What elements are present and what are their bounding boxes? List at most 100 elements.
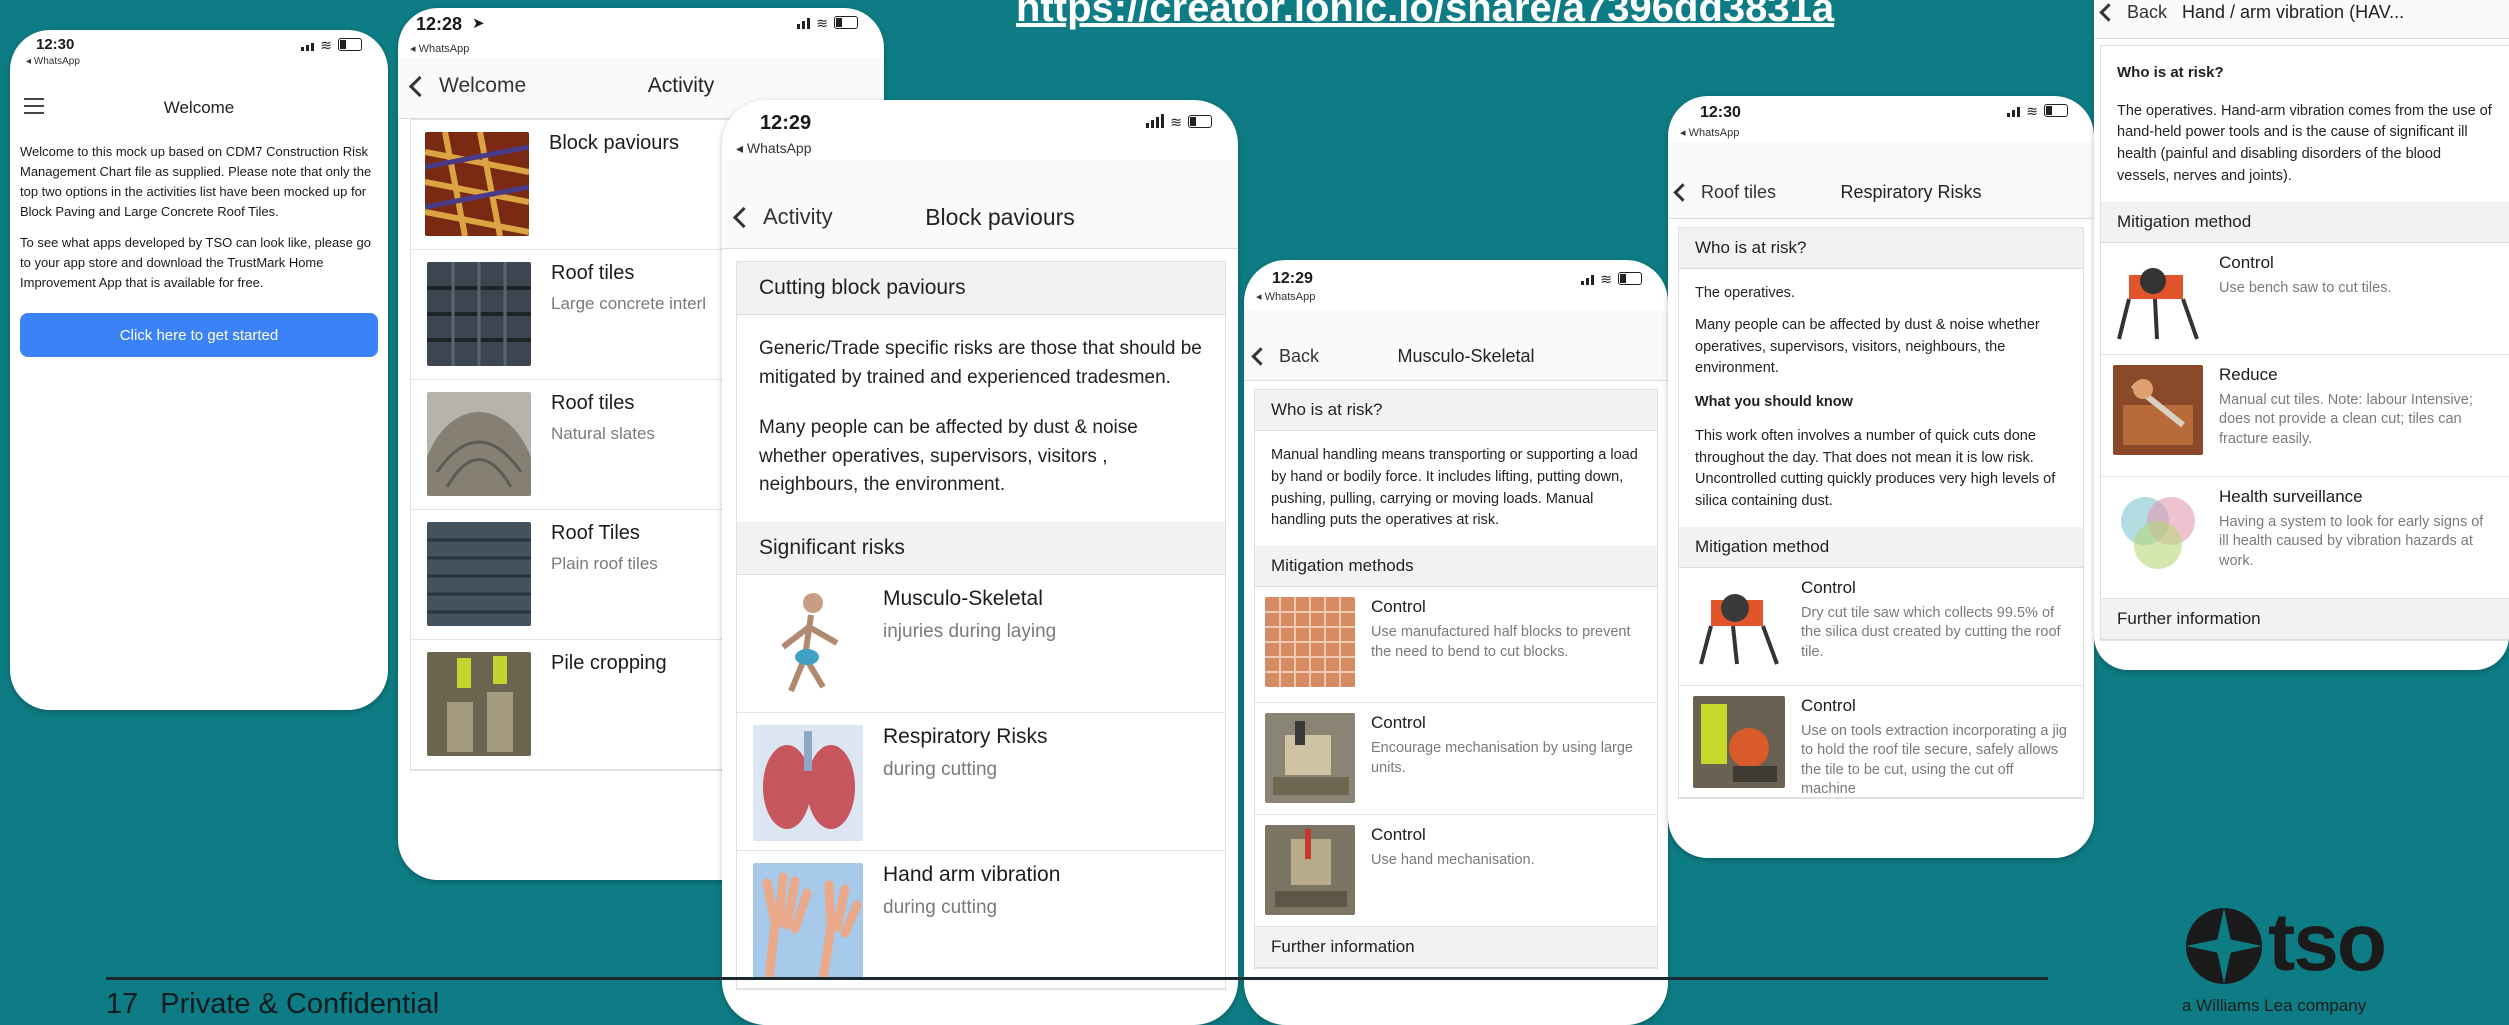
content-card: Who is at risk? The operatives. Many peo… (1678, 227, 2084, 799)
location-arrow-icon: ➤ (472, 15, 485, 32)
section-header-significant-risks: Significant risks (737, 521, 1225, 575)
whatsapp-back-link[interactable]: ◂ WhatsApp (1680, 126, 1739, 139)
section-header-mitigation: Mitigation method (1679, 526, 2083, 568)
share-url-link[interactable]: https://creator.ionic.io/share/a7396dd38… (1016, 0, 1834, 31)
item-title: Roof Tiles (551, 522, 640, 544)
back-button[interactable]: Back (2099, 2, 2168, 23)
item-title: Control (2219, 252, 2274, 272)
item-title: Respiratory Risks (883, 724, 1048, 748)
mitigation-item-bench-saw[interactable]: Control Use bench saw to cut tiles. (2101, 243, 2509, 355)
status-time: 12:29 (1272, 270, 1313, 287)
mitigation-item-hand-mechanisation[interactable]: Control Use hand mechanisation. (1255, 815, 1657, 927)
block-paviours-thumbnail (425, 132, 529, 236)
whatsapp-back-link[interactable]: ◂ WhatsApp (26, 56, 80, 67)
paragraph-hav: The operatives. Hand-arm vibration comes… (2117, 102, 2492, 184)
plain-roof-tiles-thumbnail (427, 522, 531, 626)
status-bar: 12:30 ◂ WhatsApp ≋ (10, 30, 388, 78)
phone-block-paviours: 12:29 ◂ WhatsApp ≋ Activity Block paviou… (722, 100, 1238, 1025)
section-header-further-info[interactable]: Further information (1255, 927, 1657, 968)
status-icons: ≋ (797, 15, 858, 31)
item-subtitle: Encourage mechanisation by using large u… (1371, 740, 1633, 776)
half-blocks-thumbnail (1265, 597, 1355, 687)
chevron-left-icon (732, 206, 755, 228)
signal-icon (2007, 107, 2021, 117)
lungs-thumbnail (753, 724, 863, 841)
item-subtitle: Large concrete interl (551, 294, 706, 313)
page-number: 17 (106, 988, 139, 1020)
tile-saw-thumbnail (1693, 577, 1785, 670)
battery-icon (1188, 115, 1212, 128)
paragraph-affected-people: Many people can be affected by dust & no… (1695, 316, 2040, 377)
status-icons: ≋ (1146, 114, 1212, 129)
nav-bar: Back Musculo-Skeletal (1244, 310, 1668, 381)
item-title: Control (1371, 825, 1426, 844)
mitigation-item-mechanisation[interactable]: Control Encourage mechanisation by using … (1255, 703, 1657, 815)
get-started-button[interactable]: Click here to get started (20, 312, 378, 357)
who-at-risk-heading: Who is at risk? (2117, 64, 2224, 81)
whatsapp-back-link[interactable]: ◂ WhatsApp (1256, 290, 1315, 303)
concrete-roof-tiles-thumbnail (427, 262, 531, 366)
page-title: Hand / arm vibration (HAV... (2182, 2, 2405, 22)
section-header-mitigation: Mitigation methods (1255, 546, 1657, 587)
skeleton-thumbnail (781, 592, 839, 692)
status-icons: ≋ (1581, 272, 1642, 286)
page-title: Activity (647, 74, 715, 97)
status-time: 12:30 (36, 36, 75, 53)
risk-item-musculo-skeletal[interactable]: Musculo-Skeletal injuries during laying (737, 575, 1225, 713)
section-header-who-at-risk: Who is at risk? (1679, 228, 2083, 269)
venn-diagram-thumbnail (2121, 496, 2195, 569)
logo-wordmark: tso (2268, 897, 2387, 988)
item-title: Roof tiles (551, 392, 635, 414)
status-time: 12:30 (1700, 104, 1741, 121)
footer-divider (106, 977, 2048, 980)
whatsapp-back-link[interactable]: ◂ WhatsApp (736, 140, 812, 157)
signal-icon (797, 18, 811, 29)
item-subtitle: Use manufactured half blocks to prevent … (1371, 624, 1631, 660)
confidential-label: Private & Confidential (160, 988, 440, 1020)
mitigation-item-health-surveillance[interactable]: Health surveillance Having a system to lo… (2101, 477, 2509, 599)
cut-off-machine-thumbnail (1693, 695, 1785, 788)
chevron-left-icon (1673, 183, 1692, 202)
risk-item-respiratory[interactable]: Respiratory Risks during cutting (737, 713, 1225, 851)
section-header-further-info[interactable]: Further information (2101, 598, 2509, 640)
pile-cropping-thumbnail (427, 652, 531, 756)
page-title: Musculo-Skeletal (1397, 346, 1535, 366)
wifi-icon: ≋ (816, 15, 828, 31)
mitigation-item-manual-cut[interactable]: Reduce Manual cut tiles. Note: labour Int… (2101, 355, 2509, 477)
mitigation-item-on-tool-extraction[interactable]: Control Use on tools extraction incorpora… (1679, 686, 2083, 798)
content-card: Cutting block paviours Generic/Trade spe… (736, 261, 1226, 990)
battery-icon (1618, 272, 1642, 285)
item-title: Hand arm vibration (883, 862, 1061, 886)
risk-item-hand-arm-vibration[interactable]: Hand arm vibration during cutting (737, 851, 1225, 989)
status-bar: 12:28 ➤ ◂ WhatsApp ≋ (398, 8, 884, 58)
status-bar: 12:29 ◂ WhatsApp ≋ (1244, 260, 1668, 310)
bench-saw-thumbnail (2113, 252, 2203, 343)
item-subtitle: Natural slates (551, 424, 655, 443)
wifi-icon: ≋ (320, 37, 332, 53)
item-subtitle: Use hand mechanisation. (1371, 852, 1535, 868)
chevron-left-icon (2099, 3, 2118, 22)
phone-musculo-skeletal: 12:29 ◂ WhatsApp ≋ Back Musculo-Skeletal… (1244, 260, 1668, 1025)
item-title: Reduce (2219, 364, 2278, 384)
section-header-who-at-risk: Who is at risk? (1255, 390, 1657, 431)
back-label: Back (2127, 2, 2168, 22)
status-time: 12:28 (416, 14, 463, 34)
logo-tagline: a Williams Lea company (2182, 996, 2367, 1015)
whatsapp-back-link[interactable]: ◂ WhatsApp (410, 42, 469, 55)
item-subtitle: during cutting (883, 896, 998, 918)
item-title: Pile cropping (551, 652, 667, 674)
mitigation-item-dry-cut-saw[interactable]: Control Dry cut tile saw which collects 9… (1679, 568, 2083, 686)
nav-bar: Roof tiles Respiratory Risks (1668, 142, 2094, 219)
item-title: Block paviours (549, 132, 680, 154)
content-card: Who is at risk? Manual handling means tr… (1254, 389, 1658, 969)
item-subtitle: Use on tools extraction incorporating a … (1801, 722, 2067, 798)
block-machine-thumbnail (1265, 713, 1355, 803)
paragraph-affected-people: Many people can be affected by dust & no… (759, 417, 1138, 495)
battery-icon (338, 38, 362, 51)
mitigation-item-half-blocks[interactable]: Control Use manufactured half blocks to p… (1255, 587, 1657, 703)
item-title: Health surveillance (2219, 486, 2363, 506)
footer: 17 Private & Confidential (106, 988, 439, 1021)
tso-logo-mark (2186, 908, 2262, 984)
signal-icon (301, 43, 315, 51)
item-title: Control (1801, 695, 1856, 715)
